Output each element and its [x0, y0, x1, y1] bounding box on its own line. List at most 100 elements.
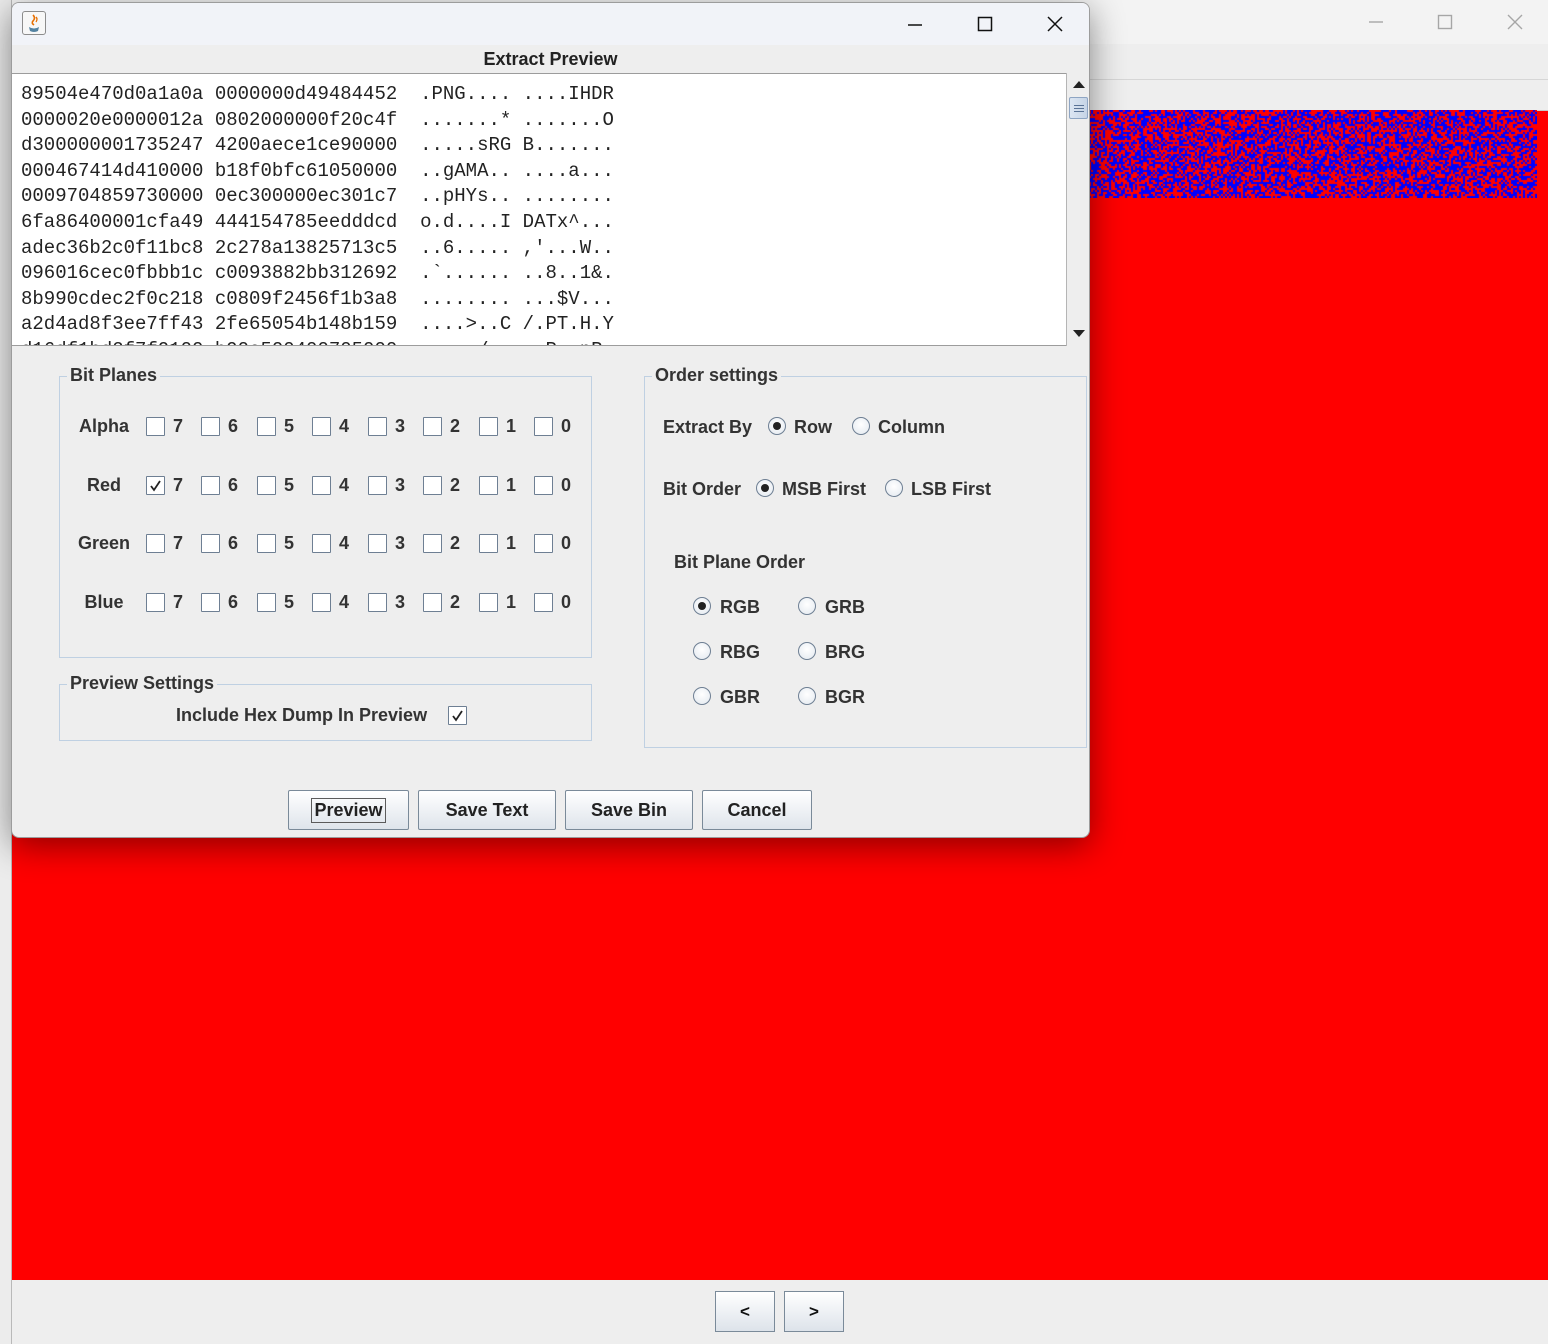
bit-number-label: 1 [506, 416, 517, 436]
next-image-button[interactable]: > [784, 1291, 844, 1332]
dialog-minimize-button[interactable] [880, 3, 950, 45]
arrow-up-icon [1072, 81, 1085, 88]
plane-order-bgr-radio[interactable] [798, 687, 816, 705]
plane-order-rbg-radio[interactable] [693, 642, 711, 660]
bit-order-lsb-label[interactable]: LSB First [911, 479, 991, 500]
preview-button[interactable]: Preview [288, 790, 409, 830]
extract-preview-dialog: Extract Preview 89504e470d0a1a0a 0000000… [11, 2, 1090, 838]
checkbox-green-bit-6[interactable] [201, 534, 220, 553]
bit-number-label: 7 [173, 475, 184, 495]
hex-dump-label: Include Hex Dump In Preview [176, 705, 428, 725]
checkbox-green-bit-0[interactable] [534, 534, 553, 553]
previous-image-button[interactable]: < [715, 1291, 775, 1332]
bit-number-label: 7 [173, 533, 184, 553]
java-app-icon [22, 11, 46, 35]
hex-preview-scrollbar[interactable] [1066, 73, 1089, 346]
extract-by-column-radio[interactable] [852, 417, 870, 435]
order-settings-title: Order settings [652, 365, 782, 386]
checkbox-alpha-bit-4[interactable] [312, 417, 331, 436]
checkbox-alpha-bit-2[interactable] [423, 417, 442, 436]
bit-number-label: 1 [506, 592, 517, 612]
navigation-bar [12, 1280, 1548, 1344]
checkbox-alpha-bit-7[interactable] [146, 417, 165, 436]
cancel-button[interactable]: Cancel [702, 790, 812, 830]
plane-order-gbr-label[interactable]: GBR [720, 687, 760, 708]
checkbox-blue-bit-5[interactable] [257, 593, 276, 612]
checkbox-alpha-bit-6[interactable] [201, 417, 220, 436]
bit-number-label: 5 [284, 416, 295, 436]
close-icon [1047, 16, 1063, 32]
scroll-up-button[interactable] [1067, 73, 1089, 95]
checkbox-alpha-bit-0[interactable] [534, 417, 553, 436]
scrollbar-thumb[interactable] [1069, 97, 1088, 119]
checkbox-blue-bit-2[interactable] [423, 593, 442, 612]
minimize-button[interactable] [1341, 0, 1411, 44]
plane-order-brg-radio[interactable] [798, 642, 816, 660]
bit-number-label: 0 [561, 416, 572, 436]
maximize-button[interactable] [1410, 0, 1480, 44]
checkbox-red-bit-5[interactable] [257, 476, 276, 495]
bit-order-msb-label[interactable]: MSB First [782, 479, 866, 500]
extract-by-row-radio[interactable] [768, 417, 786, 435]
scroll-down-button[interactable] [1067, 323, 1089, 345]
checkbox-red-bit-4[interactable] [312, 476, 331, 495]
bit-order-msb-radio[interactable] [756, 479, 774, 497]
checkbox-blue-bit-6[interactable] [201, 593, 220, 612]
hex-preview-text: 89504e470d0a1a0a 0000000d49484452 .PNG..… [21, 83, 614, 345]
checkbox-blue-bit-0[interactable] [534, 593, 553, 612]
save-text-button[interactable]: Save Text [418, 790, 556, 830]
checkbox-red-bit-7[interactable] [146, 476, 165, 495]
preview-settings-title: Preview Settings [67, 673, 218, 694]
extract-by-row-label[interactable]: Row [794, 417, 832, 438]
extract-by-column-label[interactable]: Column [878, 417, 945, 438]
minimize-icon [908, 24, 922, 26]
hex-preview-area[interactable]: 89504e470d0a1a0a 0000000d49484452 .PNG..… [12, 73, 1089, 346]
bit-number-label: 0 [561, 475, 572, 495]
bit-number-label: 3 [395, 592, 406, 612]
checkbox-alpha-bit-1[interactable] [479, 417, 498, 436]
plane-order-rbg-label[interactable]: RBG [720, 642, 760, 663]
checkbox-blue-bit-1[interactable] [479, 593, 498, 612]
checkbox-alpha-bit-3[interactable] [368, 417, 387, 436]
checkbox-green-bit-4[interactable] [312, 534, 331, 553]
bit-number-label: 6 [228, 592, 239, 612]
dialog-maximize-button[interactable] [950, 3, 1020, 45]
checkbox-red-bit-1[interactable] [479, 476, 498, 495]
bit-number-label: 7 [173, 592, 184, 612]
save-bin-button[interactable]: Save Bin [565, 790, 693, 830]
dialog-close-button[interactable] [1020, 3, 1089, 45]
plane-order-rgb-radio[interactable] [693, 597, 711, 615]
plane-order-rgb-label[interactable]: RGB [720, 597, 760, 618]
plane-order-grb-label[interactable]: GRB [825, 597, 865, 618]
bit-number-label: 5 [284, 592, 295, 612]
plane-order-brg-label[interactable]: BRG [825, 642, 865, 663]
checkbox-green-bit-7[interactable] [146, 534, 165, 553]
checkbox-green-bit-5[interactable] [257, 534, 276, 553]
bit-number-label: 3 [395, 475, 406, 495]
checkbox-blue-bit-7[interactable] [146, 593, 165, 612]
checkbox-green-bit-1[interactable] [479, 534, 498, 553]
checkbox-red-bit-2[interactable] [423, 476, 442, 495]
bit-order-label: Bit Order [663, 479, 742, 499]
bit-number-label: 5 [284, 475, 295, 495]
checkbox-alpha-bit-5[interactable] [257, 417, 276, 436]
checkbox-blue-bit-4[interactable] [312, 593, 331, 612]
channel-label-red: Red [86, 475, 121, 495]
bit-order-lsb-radio[interactable] [885, 479, 903, 497]
plane-order-grb-radio[interactable] [798, 597, 816, 615]
checkbox-green-bit-2[interactable] [423, 534, 442, 553]
bit-number-label: 1 [506, 533, 517, 553]
checkbox-red-bit-3[interactable] [368, 476, 387, 495]
hex-dump-checkbox[interactable] [448, 706, 467, 725]
plane-order-gbr-radio[interactable] [693, 687, 711, 705]
close-button[interactable] [1480, 0, 1548, 44]
checkbox-blue-bit-3[interactable] [368, 593, 387, 612]
checkbox-red-bit-0[interactable] [534, 476, 553, 495]
maximize-icon [1437, 14, 1453, 30]
bit-planes-title: Bit Planes [67, 365, 161, 386]
checkbox-red-bit-6[interactable] [201, 476, 220, 495]
checkbox-green-bit-3[interactable] [368, 534, 387, 553]
plane-order-bgr-label[interactable]: BGR [825, 687, 865, 708]
dialog-title: Extract Preview [483, 49, 618, 69]
bit-number-label: 4 [339, 592, 350, 612]
